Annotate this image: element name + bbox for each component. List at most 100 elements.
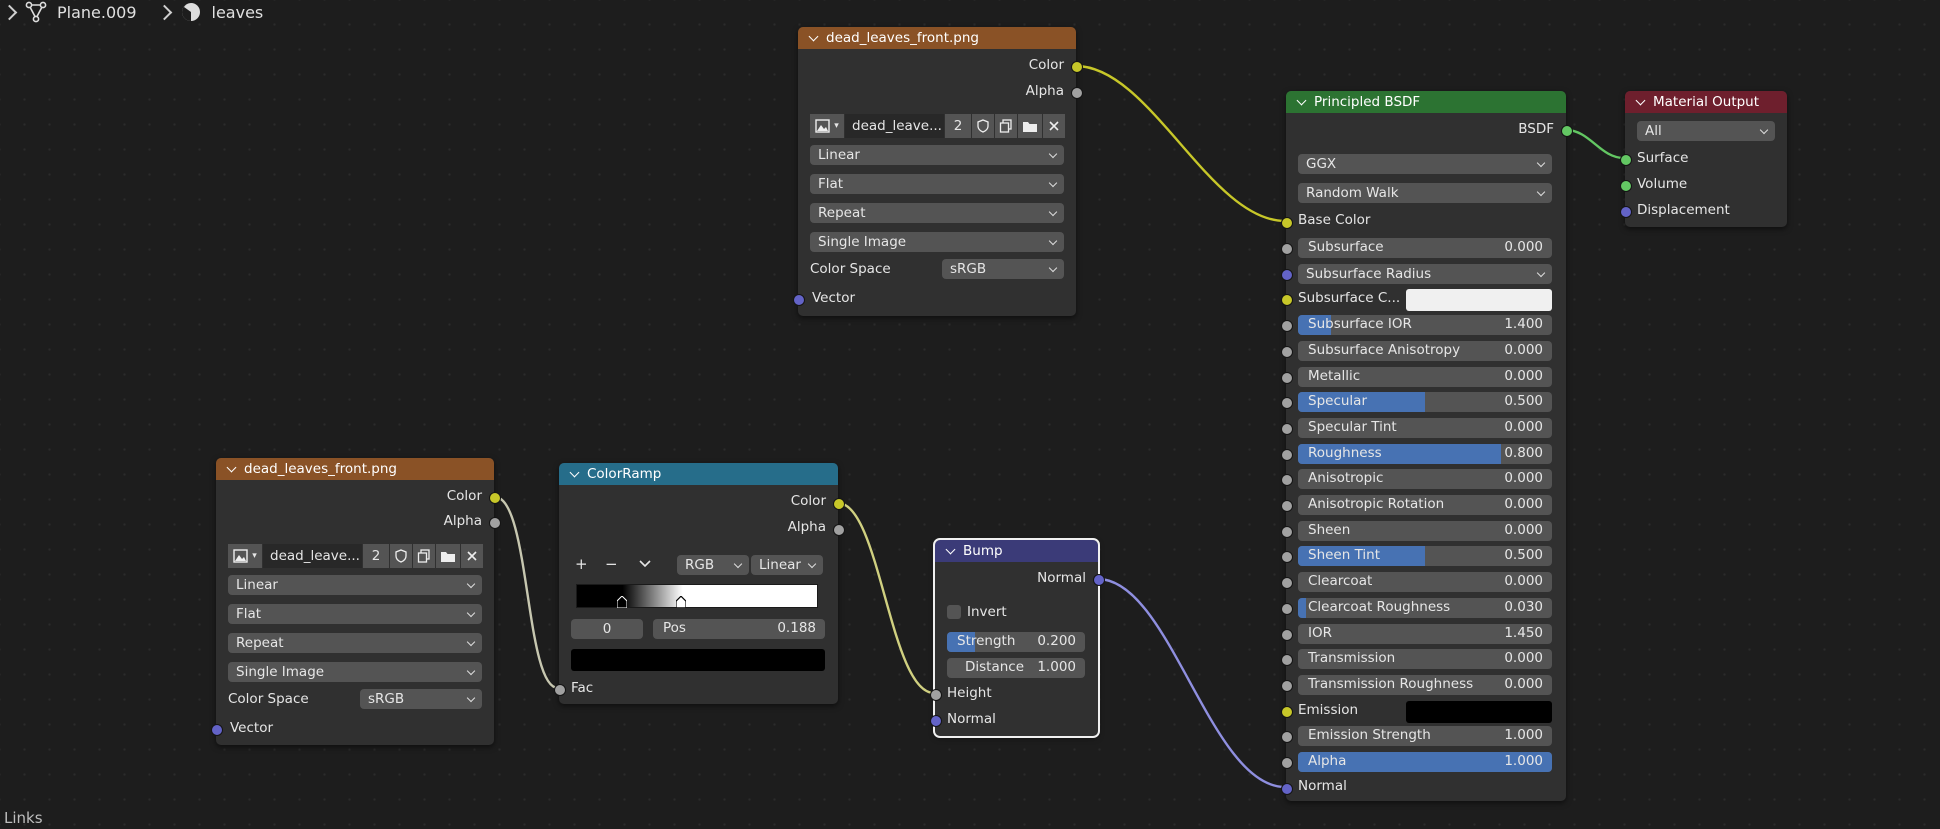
input-fac-socket[interactable] [554,684,566,696]
image-texture-node-left[interactable]: dead_leaves_front.png Color Alpha ▾ dead… [211,458,501,745]
invert-checkbox[interactable] [947,605,961,619]
input-subsurface-socket[interactable] [1281,243,1293,255]
input-anisotropic-rotation-slider[interactable]: Anisotropic Rotation 0.000 [1298,495,1552,515]
colorramp-node[interactable]: ColorRamp Color Alpha + − RGB Linear 0 P… [554,463,845,704]
distance-field[interactable]: Distance 1.000 [947,658,1085,678]
node-header[interactable]: dead_leaves_front.png [216,458,494,480]
input-anisotropic-socket[interactable] [1281,474,1293,486]
interpolation-dropdown[interactable]: Linear [228,575,482,595]
output-bsdf-socket[interactable] [1561,125,1573,137]
input-subsurface-ior-socket[interactable] [1281,320,1293,332]
bump-node[interactable]: Bump Normal Invert Strength 0.200 Distan… [930,538,1105,738]
input-normal-socket[interactable] [1281,783,1293,795]
color-mode-dropdown[interactable]: RGB [677,555,749,575]
ramp-stop-handle-white-active[interactable] [676,596,686,608]
input-specular-tint-socket[interactable] [1281,423,1293,435]
input-sheen-tint-slider[interactable]: Sheen Tint 0.500 [1298,546,1552,566]
ramp-interpolation-dropdown[interactable]: Linear [751,555,823,575]
ramp-stop-handle-black[interactable] [617,596,627,608]
stop-color-swatch[interactable] [571,649,825,671]
close-icon[interactable] [1043,114,1065,138]
output-color-socket[interactable] [489,492,501,504]
input-transmission-roughness-socket[interactable] [1281,680,1293,692]
output-color-socket[interactable] [833,498,845,510]
input-transmission-slider[interactable]: Transmission 0.000 [1298,649,1552,669]
input-metallic-socket[interactable] [1281,372,1293,384]
node-header[interactable]: ColorRamp [559,463,838,485]
collapse-icon[interactable] [808,31,819,41]
input-emission-strength-socket[interactable] [1281,731,1293,743]
output-color-socket[interactable] [1071,61,1083,73]
ramp-menu-chevron-down-icon[interactable] [639,555,651,573]
projection-dropdown[interactable]: Flat [810,174,1064,194]
input-clearcoat-socket[interactable] [1281,577,1293,589]
input-subsurface-anisotropy-socket[interactable] [1281,346,1293,358]
input-displacement-socket[interactable] [1620,206,1632,218]
source-dropdown[interactable]: Single Image [810,232,1064,252]
collapse-icon[interactable] [569,467,580,477]
output-alpha-socket[interactable] [1071,87,1083,99]
image-name-field[interactable]: dead_leave... [263,544,362,568]
input-vector-socket[interactable] [793,294,805,306]
image-browse-button[interactable]: ▾ [228,544,262,568]
input-emission-strength-slider[interactable]: Emission Strength 1.000 [1298,726,1552,746]
collapse-icon[interactable] [1296,95,1307,105]
principled-bsdf-node[interactable]: Principled BSDF BSDF GGX Random Walk Bas… [1281,91,1573,801]
input-specular-socket[interactable] [1281,397,1293,409]
source-dropdown[interactable]: Single Image [228,662,482,682]
output-alpha-socket[interactable] [833,524,845,536]
node-header[interactable]: Bump [935,540,1098,562]
input-emission-socket[interactable] [1281,706,1293,718]
input-transmission-roughness-slider[interactable]: Transmission Roughness 0.000 [1298,675,1552,695]
input-normal-socket[interactable] [930,715,942,727]
input-subsurface-slider[interactable]: Subsurface 0.000 [1298,238,1552,258]
input-height-socket[interactable] [930,689,942,701]
interpolation-dropdown[interactable]: Linear [810,145,1064,165]
input-anisotropic-slider[interactable]: Anisotropic 0.000 [1298,469,1552,489]
input-sheen-socket[interactable] [1281,526,1293,538]
strength-slider[interactable]: Strength 0.200 [947,632,1085,652]
color-space-dropdown[interactable]: sRGB [360,689,482,709]
input-emission-color-swatch[interactable] [1406,701,1552,723]
input-roughness-socket[interactable] [1281,449,1293,461]
collapse-icon[interactable] [226,462,237,472]
input-base-color-socket[interactable] [1281,217,1293,229]
open-folder-icon[interactable] [436,544,460,568]
target-dropdown[interactable]: All [1637,121,1775,141]
node-header[interactable]: dead_leaves_front.png [798,27,1076,49]
input-roughness-slider[interactable]: Roughness 0.800 [1298,444,1552,464]
input-sheen-slider[interactable]: Sheen 0.000 [1298,521,1552,541]
material-output-node[interactable]: Material Output All Surface Volume Displ… [1620,91,1787,227]
fake-user-shield-icon[interactable] [390,544,412,568]
duplicate-icon[interactable] [995,114,1017,138]
node-header[interactable]: Material Output [1625,91,1787,113]
subsurface-method-dropdown[interactable]: Random Walk [1298,183,1552,203]
input-clearcoat-roughness-socket[interactable] [1281,603,1293,615]
projection-dropdown[interactable]: Flat [228,604,482,624]
input-ior-slider[interactable]: IOR 1.450 [1298,624,1552,644]
input-specular-slider[interactable]: Specular 0.500 [1298,392,1552,412]
input-volume-socket[interactable] [1620,180,1632,192]
image-texture-node-top[interactable]: dead_leaves_front.png Color Alpha ▾ dead… [793,27,1083,316]
input-subsurface-c-color-swatch[interactable] [1406,289,1552,311]
collapse-icon[interactable] [945,544,956,554]
node-header[interactable]: Principled BSDF [1286,91,1566,113]
breadcrumb-object[interactable]: Plane.009 [57,3,137,22]
output-alpha-socket[interactable] [489,517,501,529]
stop-position-field[interactable]: Pos 0.188 [653,619,825,639]
input-clearcoat-slider[interactable]: Clearcoat 0.000 [1298,572,1552,592]
extension-dropdown[interactable]: Repeat [228,633,482,653]
input-alpha-slider[interactable]: Alpha 1.000 [1298,752,1552,772]
fake-user-shield-icon[interactable] [972,114,994,138]
active-stop-index-field[interactable]: 0 [571,619,643,639]
remove-stop-button[interactable]: − [605,555,618,573]
input-alpha-socket[interactable] [1281,757,1293,769]
add-stop-button[interactable]: + [575,555,588,573]
input-sheen-tint-socket[interactable] [1281,551,1293,563]
breadcrumb-material[interactable]: leaves [212,3,264,22]
input-specular-tint-slider[interactable]: Specular Tint 0.000 [1298,418,1552,438]
output-normal-socket[interactable] [1093,574,1105,586]
distribution-dropdown[interactable]: GGX [1298,154,1552,174]
input-subsurface-radius-socket[interactable] [1281,269,1293,281]
image-users-count[interactable]: 2 [363,544,389,568]
